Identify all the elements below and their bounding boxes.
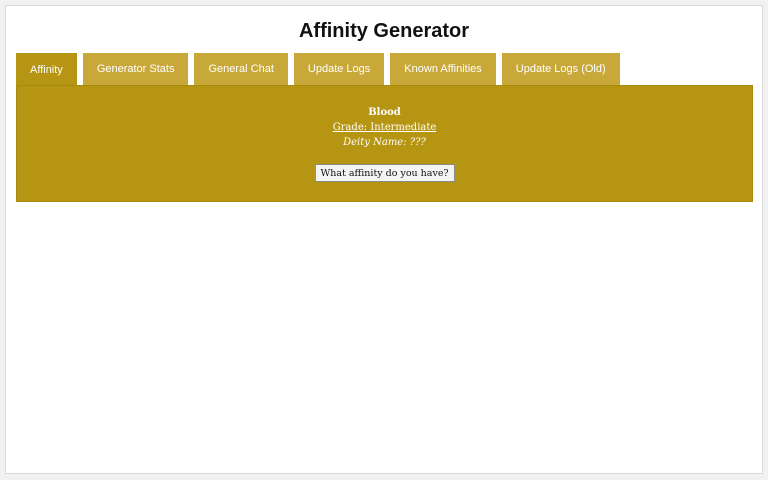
tab-update-logs-old[interactable]: Update Logs (Old) <box>501 53 620 85</box>
deity-name: Deity Name: ??? <box>343 137 426 148</box>
tab-update-logs[interactable]: Update Logs <box>293 53 385 85</box>
affinity-panel: Blood Grade: Intermediate Deity Name: ??… <box>16 85 753 202</box>
tab-affinity[interactable]: Affinity <box>16 53 77 86</box>
what-affinity-button[interactable]: What affinity do you have? <box>314 164 455 182</box>
affinity-name: Blood <box>368 107 401 118</box>
affinity-grade: Grade: Intermediate <box>332 122 437 133</box>
page-container: Affinity Generator Affinity Generator St… <box>5 5 763 474</box>
affinity-result: Blood Grade: Intermediate Deity Name: ??… <box>17 105 752 150</box>
tab-bar: Affinity Generator Stats General Chat Up… <box>16 53 620 86</box>
tab-general-chat[interactable]: General Chat <box>194 53 288 85</box>
tab-generator-stats[interactable]: Generator Stats <box>82 53 189 85</box>
tab-known-affinities[interactable]: Known Affinities <box>390 53 496 85</box>
page-title: Affinity Generator <box>298 20 470 42</box>
